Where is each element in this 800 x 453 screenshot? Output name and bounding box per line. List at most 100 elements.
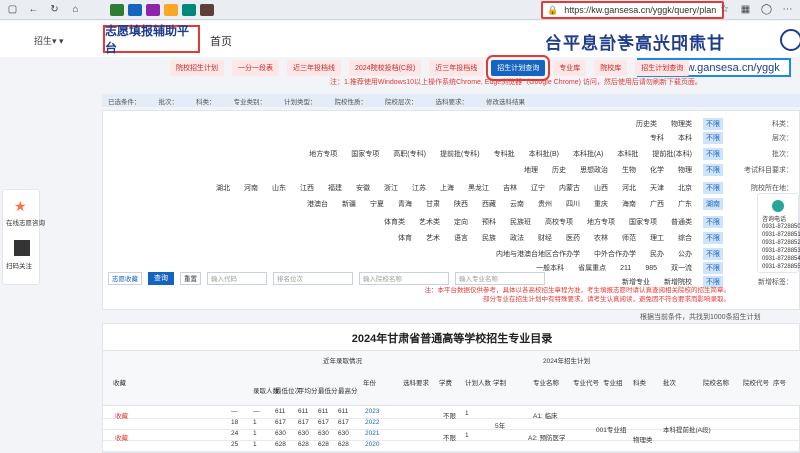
reset-button[interactable]: 重置 [180, 271, 201, 285]
back-icon[interactable]: ← [27, 3, 40, 16]
action-button[interactable]: 2024院校投档(C段) [349, 60, 422, 76]
filter-option[interactable]: 地方专项 [584, 216, 618, 228]
collect-link[interactable]: 收藏 [115, 410, 128, 420]
action-button[interactable]: 近三年投档线 [287, 60, 341, 76]
filter-option[interactable]: 综合 [675, 232, 695, 244]
filter-option[interactable]: 不限 [703, 248, 723, 260]
filter-option[interactable]: 江西 [297, 182, 317, 194]
filter-option[interactable]: 物理 [675, 164, 695, 176]
star-icon[interactable]: ☆ [718, 3, 731, 16]
filter-option[interactable]: 艺术 [423, 232, 443, 244]
filter-option[interactable]: 辽宁 [528, 182, 548, 194]
filter-option[interactable]: 师范 [619, 232, 639, 244]
filter-option[interactable]: 北京 [675, 182, 695, 194]
filter-option[interactable]: 贵州 [535, 198, 555, 210]
home-icon[interactable]: ⌂ [69, 3, 82, 16]
action-button[interactable]: 院校库 [594, 60, 628, 76]
filter-option[interactable]: 本科 [675, 132, 695, 144]
filter-option[interactable]: 理工 [647, 232, 667, 244]
filter-option[interactable]: 艺术类 [416, 216, 443, 228]
browser-tab[interactable] [182, 3, 196, 16]
browser-tab[interactable] [164, 3, 178, 16]
collect-button[interactable]: 志愿收藏 [108, 271, 142, 285]
filter-option[interactable]: 预科 [479, 216, 499, 228]
menu-icon[interactable]: ⋯ [781, 3, 794, 16]
filter-option[interactable]: 民族班 [507, 216, 534, 228]
filter-option[interactable]: 甘肃 [423, 198, 443, 210]
filter-option[interactable]: 语言 [451, 232, 471, 244]
filter-option[interactable]: 农林 [591, 232, 611, 244]
code-input[interactable]: 输入代码 [207, 271, 267, 285]
window-icon[interactable]: ▢ [6, 3, 19, 16]
browser-tab[interactable] [200, 3, 214, 16]
browser-tab[interactable] [110, 3, 124, 16]
filter-option[interactable]: 本科批 [614, 148, 641, 160]
filter-option[interactable]: 河南 [241, 182, 261, 194]
filter-option[interactable]: 安徽 [353, 182, 373, 194]
filter-option[interactable]: 医药 [563, 232, 583, 244]
filter-option[interactable]: 提前批(本科) [649, 148, 695, 160]
filter-option[interactable]: 财经 [535, 232, 555, 244]
filter-option[interactable]: 四川 [563, 198, 583, 210]
search-button[interactable]: 查询 [148, 271, 174, 285]
user-icon[interactable]: ◯ [760, 3, 773, 16]
filter-option[interactable]: 普通类 [668, 216, 695, 228]
action-button[interactable]: 招生计划查询 [486, 55, 551, 81]
filter-option[interactable]: 上海 [437, 182, 457, 194]
filter-option[interactable]: 思想政治 [577, 164, 611, 176]
filter-option[interactable]: 江苏 [409, 182, 429, 194]
filter-option[interactable]: 本科批(A) [570, 148, 606, 160]
filter-option[interactable]: 不限 [703, 232, 723, 244]
online-consult-link[interactable]: 在线志愿咨询 [6, 217, 45, 227]
filter-option[interactable]: 不限 [703, 182, 723, 194]
filter-option[interactable]: 历史类 [633, 118, 660, 130]
filter-option[interactable]: 西藏 [479, 198, 499, 210]
user-menu[interactable]: 招生▾ ▾ [34, 34, 64, 47]
filter-option[interactable]: 体育 [395, 232, 415, 244]
filter-option[interactable]: 吉林 [500, 182, 520, 194]
filter-option[interactable]: 不限 [703, 148, 723, 160]
filter-option[interactable]: 中外合作办学 [591, 248, 639, 260]
filter-option[interactable]: 民办 [647, 248, 667, 260]
filter-option[interactable]: 黑龙江 [465, 182, 492, 194]
filter-option[interactable]: 专科批 [491, 148, 518, 160]
filter-option[interactable]: 福建 [325, 182, 345, 194]
action-button[interactable]: 招生计划查询 [635, 60, 690, 76]
filter-option[interactable]: 青海 [395, 198, 415, 210]
browser-tab[interactable] [128, 3, 142, 16]
filter-option[interactable]: 专科 [647, 132, 667, 144]
filter-option[interactable]: 不限 [703, 118, 723, 130]
address-bar[interactable]: 🔒 https://kw.gansesa.cn/yggk/query/plan [541, 1, 724, 19]
filter-option[interactable]: 海南 [619, 198, 639, 210]
refresh-icon[interactable]: ↻ [48, 3, 61, 16]
major-search-input[interactable]: 输入专业名称 [455, 271, 545, 285]
filter-option[interactable]: 广西 [647, 198, 667, 210]
filter-option[interactable]: 湖南 [703, 198, 723, 210]
filter-option[interactable]: 地理 [521, 164, 541, 176]
filter-option[interactable]: 内地与港澳台地区合作办学 [493, 248, 583, 260]
nav-volunteer-platform[interactable]: 志愿填报辅助平台 [103, 24, 200, 55]
filter-option[interactable]: 山西 [591, 182, 611, 194]
filter-option[interactable]: 历史 [549, 164, 569, 176]
filter-option[interactable]: 定向 [451, 216, 471, 228]
filter-option[interactable]: 山东 [269, 182, 289, 194]
filter-option[interactable]: 本科批(B) [526, 148, 562, 160]
filter-option[interactable]: 浙江 [381, 182, 401, 194]
filter-option[interactable]: 不限 [703, 164, 723, 176]
action-button[interactable]: 专业库 [553, 60, 587, 76]
browser-tab[interactable] [146, 3, 160, 16]
filter-option[interactable]: 高职(专科) [390, 148, 429, 160]
filter-option[interactable]: 生物 [619, 164, 639, 176]
filter-option[interactable]: 物理类 [668, 118, 695, 130]
filter-option[interactable]: 国家专项 [348, 148, 382, 160]
filter-option[interactable]: 体育类 [381, 216, 408, 228]
nav-home[interactable]: 首页 [210, 33, 232, 49]
filter-option[interactable]: 高校专项 [542, 216, 576, 228]
filter-option[interactable]: 重庆 [591, 198, 611, 210]
filter-option[interactable]: 民族 [479, 232, 499, 244]
score-rank-select[interactable]: 排名位次 [273, 271, 353, 285]
filter-option[interactable]: 不限 [703, 132, 723, 144]
filter-option[interactable]: 云南 [507, 198, 527, 210]
filter-option[interactable]: 广东 [675, 198, 695, 210]
filter-option[interactable]: 宁夏 [367, 198, 387, 210]
